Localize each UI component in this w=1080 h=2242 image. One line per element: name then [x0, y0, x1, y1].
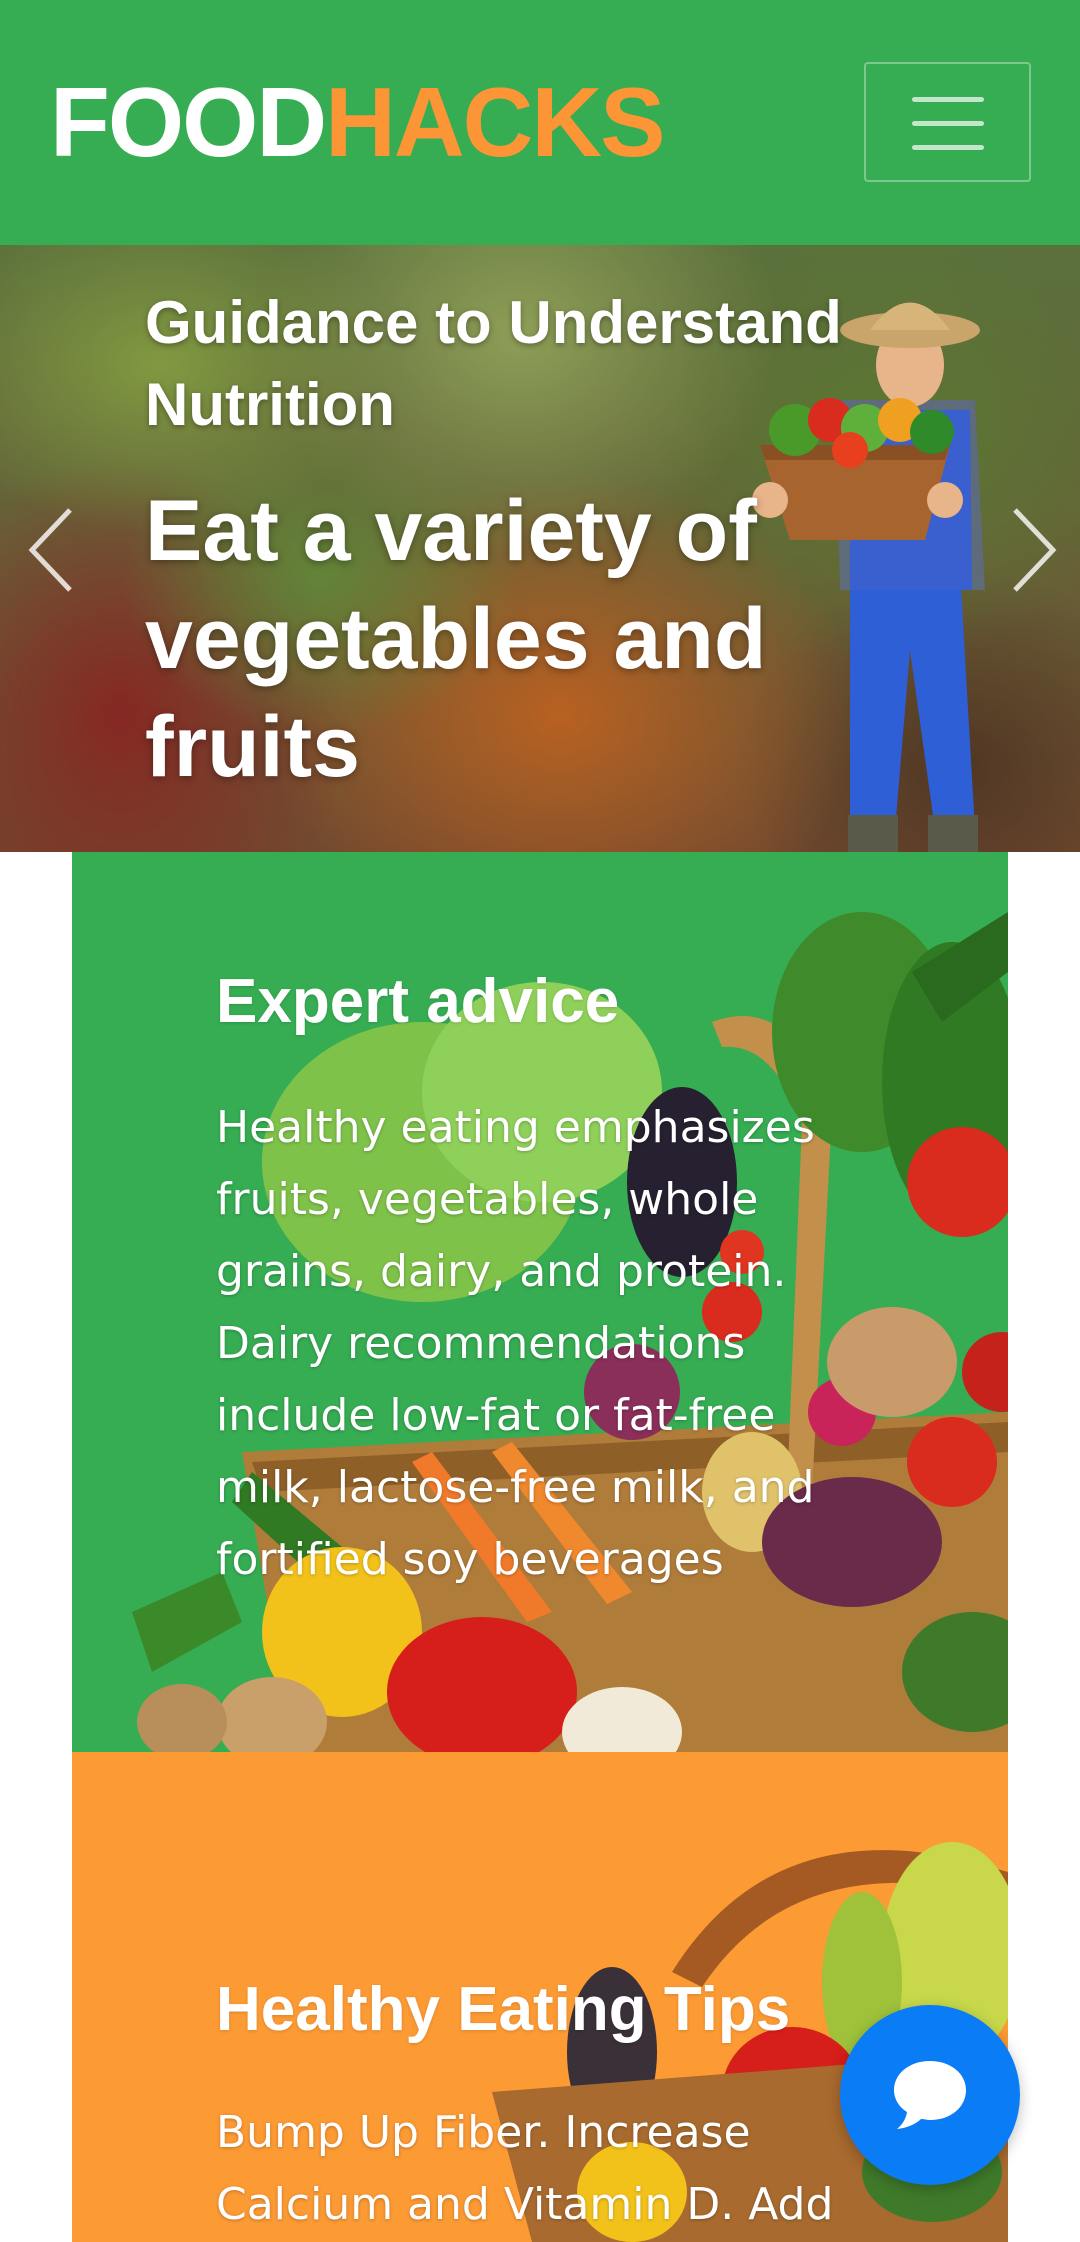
chevron-left-icon: [28, 508, 72, 592]
logo-text-food: FOOD: [50, 67, 327, 177]
chat-bubble-icon: [894, 2061, 966, 2129]
slider-prev-button[interactable]: [20, 500, 90, 600]
hero-slider: Guidance to Understand Nutrition Eat a v…: [0, 245, 1080, 852]
slider-next-button[interactable]: [995, 500, 1065, 600]
card-title: Expert advice: [216, 967, 620, 1036]
chevron-right-icon: [1013, 508, 1057, 592]
site-header: FOODHACKS: [0, 0, 1080, 245]
healthy-eating-tips-card: Healthy Eating Tips Bump Up Fiber. Incre…: [72, 1752, 1008, 2242]
hero-subtitle: Guidance to Understand Nutrition: [145, 289, 842, 438]
logo-text-hacks: HACKS: [325, 67, 665, 177]
chat-button[interactable]: [840, 2005, 1020, 2185]
card-body-text: Bump Up Fiber. Increase Calcium and Vita…: [216, 2107, 834, 2230]
card-body-text: Healthy eating emphasizes fruits, vegeta…: [216, 1102, 815, 1585]
menu-toggle-button[interactable]: [864, 62, 1031, 182]
hero-title: Eat a variety of vegetables and fruits: [145, 483, 767, 795]
expert-advice-card: Expert advice Healthy eating emphasizes …: [72, 852, 1008, 1752]
card-title: Healthy Eating Tips: [216, 1975, 791, 2044]
site-logo[interactable]: FOODHACKS: [50, 62, 666, 182]
